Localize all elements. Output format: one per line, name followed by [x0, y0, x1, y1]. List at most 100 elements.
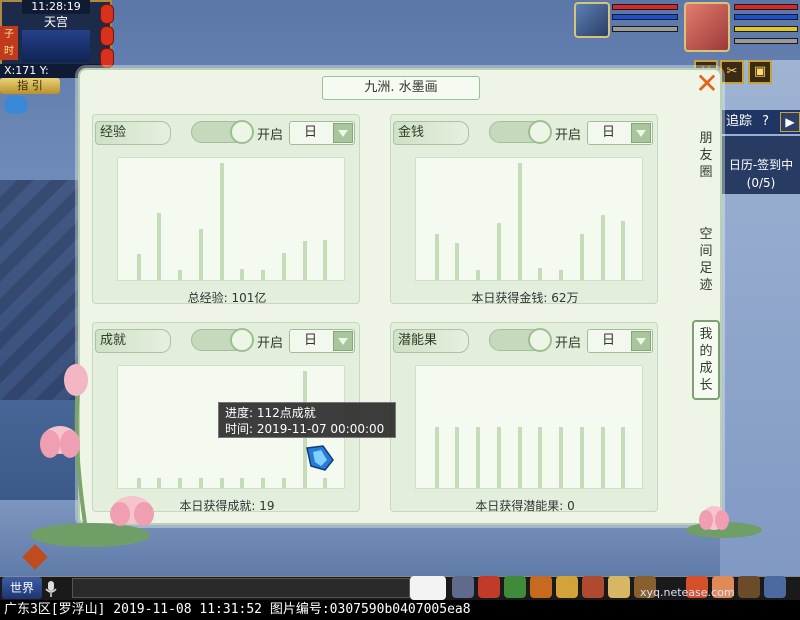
- chart-bar[interactable]: [601, 215, 605, 280]
- bag-icon[interactable]: [530, 576, 552, 598]
- dialog-title: 九洲. 水墨画: [322, 76, 480, 100]
- chart-bar[interactable]: [240, 269, 244, 280]
- chart-bar[interactable]: [580, 427, 584, 488]
- chart-bar[interactable]: [323, 478, 327, 488]
- chest-icon[interactable]: [478, 576, 500, 598]
- chart-bar[interactable]: [261, 270, 265, 280]
- pet-icon[interactable]: [4, 96, 28, 114]
- chart-bar[interactable]: [621, 221, 625, 280]
- world-channel-button[interactable]: 世界: [2, 577, 42, 599]
- period-select[interactable]: 日: [289, 121, 355, 145]
- trace-header-label: 追踪: [726, 114, 753, 129]
- chart-bar[interactable]: [282, 478, 286, 488]
- chat-input[interactable]: [72, 578, 410, 598]
- microphone-icon[interactable]: [44, 580, 58, 598]
- bag-icon[interactable]: ▣: [748, 60, 772, 84]
- chart-bar[interactable]: [157, 213, 161, 280]
- card-tag-achievement: 成就: [95, 329, 171, 353]
- pet-hp-bar: [612, 4, 678, 10]
- card-money: 金钱 开启 日 本日获得金钱: 62万: [390, 114, 658, 305]
- chart-bar[interactable]: [497, 223, 501, 280]
- period-select[interactable]: 日: [289, 329, 355, 353]
- toggle-label: 开启: [555, 128, 582, 143]
- sword-icon[interactable]: [452, 576, 474, 598]
- period-select[interactable]: 日: [587, 329, 653, 353]
- chart-bar[interactable]: [538, 427, 542, 488]
- collapse-arrow-icon[interactable]: ▶: [780, 112, 800, 132]
- chart-bar[interactable]: [220, 163, 224, 280]
- chart-bar[interactable]: [240, 478, 244, 488]
- bar-tooltip: 进度: 112点成就 时间: 2019-11-07 00:00:00: [218, 402, 396, 438]
- player-exp-bar: [734, 38, 798, 44]
- lotus-right-decoration: [686, 506, 762, 538]
- tooltip-time: 时间: 2019-11-07 00:00:00: [225, 422, 385, 436]
- chart-bar[interactable]: [518, 427, 522, 488]
- chart-bar[interactable]: [303, 241, 307, 280]
- lantern-icon: [100, 4, 114, 24]
- chart-bar[interactable]: [476, 270, 480, 280]
- toggle-label: 开启: [257, 128, 284, 143]
- system-icon[interactable]: [764, 576, 786, 598]
- chevron-down-icon[interactable]: [333, 331, 353, 351]
- skill-icon[interactable]: [504, 576, 526, 598]
- chart-bar[interactable]: [199, 478, 203, 488]
- trace-body[interactable]: 日历-签到中 (0/5): [722, 136, 800, 194]
- toggle-potential-fruit[interactable]: [489, 328, 552, 352]
- chart-bar[interactable]: [435, 234, 439, 280]
- period-select[interactable]: 日: [587, 121, 653, 145]
- chart-bar[interactable]: [178, 270, 182, 280]
- card-summary: 本日获得金钱: 62万: [471, 291, 579, 305]
- toggle-knob: [230, 328, 254, 352]
- tab-friends[interactable]: 朋友圈: [694, 130, 718, 181]
- chart-bar[interactable]: [282, 253, 286, 280]
- friends-icon[interactable]: [582, 576, 604, 598]
- chart-bar[interactable]: [621, 427, 625, 488]
- scroll-icon[interactable]: [608, 576, 630, 598]
- period-value: 日: [602, 333, 616, 348]
- minimap[interactable]: [22, 30, 90, 62]
- help-icon[interactable]: ?: [762, 114, 769, 129]
- chart-bar[interactable]: [455, 427, 459, 488]
- watermark: xyq.netease.com: [640, 586, 735, 599]
- team-icon[interactable]: [556, 576, 578, 598]
- chart-bar[interactable]: [559, 427, 563, 488]
- location-name: 天宫: [43, 15, 68, 29]
- period-value: 日: [304, 333, 318, 348]
- chart-bar[interactable]: [455, 243, 459, 280]
- chart-bar[interactable]: [497, 427, 501, 488]
- toggle-label: 开启: [555, 336, 582, 351]
- toggle-achievement[interactable]: [191, 328, 254, 352]
- guide-button[interactable]: 指 引: [0, 78, 60, 94]
- chart-bar[interactable]: [261, 478, 265, 488]
- close-icon[interactable]: ✕: [692, 70, 722, 100]
- chart-bar[interactable]: [538, 268, 542, 280]
- tab-my-growth[interactable]: 我的成长: [692, 320, 720, 400]
- chart-bar[interactable]: [435, 427, 439, 488]
- chart-bar[interactable]: [178, 478, 182, 488]
- pet-portrait-avatar[interactable]: [574, 2, 610, 38]
- chevron-down-icon[interactable]: [631, 123, 651, 143]
- player-portrait-avatar[interactable]: [684, 2, 730, 52]
- chart-bar[interactable]: [601, 427, 605, 488]
- chart-bar[interactable]: [220, 478, 224, 488]
- lantern-icon: [100, 48, 114, 68]
- chart-bar[interactable]: [137, 254, 141, 280]
- chart-bar[interactable]: [518, 163, 522, 280]
- tab-footprints[interactable]: 空间足迹: [694, 226, 718, 294]
- pet-face-icon[interactable]: [410, 576, 446, 600]
- trace-task-progress: (0/5): [746, 176, 776, 190]
- toggle-money[interactable]: [489, 120, 552, 144]
- chart-bar[interactable]: [476, 427, 480, 488]
- tab-label: 空间足迹: [699, 227, 713, 293]
- chart-bar[interactable]: [323, 240, 327, 280]
- chart-bar[interactable]: [199, 229, 203, 280]
- house-icon[interactable]: [738, 576, 760, 598]
- card-tag-potential-fruit: 潜能果: [393, 329, 469, 353]
- chart-bar[interactable]: [559, 270, 563, 280]
- chevron-down-icon[interactable]: [631, 331, 651, 351]
- card-summary: 本日获得潜能果: 0: [475, 499, 575, 513]
- tools-icon[interactable]: ✂: [720, 60, 744, 84]
- chart-bar[interactable]: [580, 234, 584, 280]
- toggle-exp[interactable]: [191, 120, 254, 144]
- chevron-down-icon[interactable]: [333, 123, 353, 143]
